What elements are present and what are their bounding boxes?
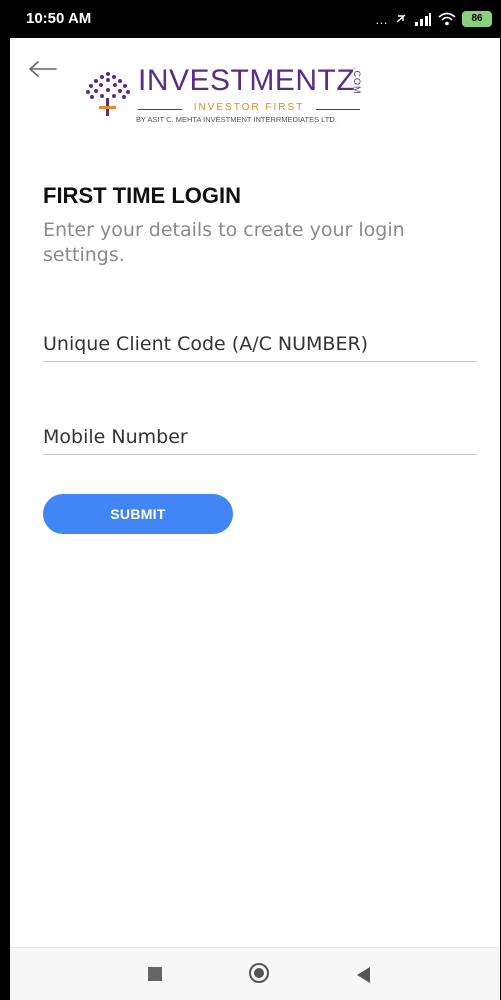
mute-icon [396, 14, 406, 23]
client-code-field [43, 333, 477, 362]
status-icons: … 86 [375, 9, 492, 29]
logo-title: INVESTMENTZ [138, 64, 356, 97]
submit-button[interactable]: SUBMIT [43, 494, 233, 534]
nav-recents-icon[interactable] [148, 967, 162, 981]
more-icon: … [375, 11, 388, 27]
status-bar: 10:50 AM … 86 [10, 0, 500, 38]
tree-logo-icon [86, 72, 130, 116]
system-nav-bar [10, 947, 500, 1000]
nav-back-icon[interactable] [357, 967, 370, 983]
mobile-number-field [43, 426, 477, 455]
nav-home-icon[interactable] [249, 963, 269, 983]
wifi-icon [438, 12, 456, 26]
back-arrow-icon[interactable] [28, 58, 58, 80]
brand-logo: INVESTMENTZ .COM INVESTOR FIRST BY ASIT … [80, 60, 380, 130]
signal-icon [415, 12, 431, 26]
logo-byline: BY ASIT C. MEHTA INVESTMENT INTERRMEDIAT… [136, 115, 337, 124]
client-code-input[interactable] [43, 333, 477, 361]
app-screen: 10:50 AM … 86 INVESTMENTZ .COM INVESTOR … [10, 0, 500, 1000]
mobile-number-input[interactable] [43, 426, 477, 454]
page-description: Enter your details to create your login … [43, 219, 405, 266]
page-title: FIRST TIME LOGIN [43, 183, 241, 208]
logo-tagline: INVESTOR FIRST [138, 102, 360, 116]
status-time: 10:50 AM [26, 10, 92, 27]
battery-icon: 86 [462, 11, 492, 27]
logo-domain: .COM [352, 67, 362, 95]
